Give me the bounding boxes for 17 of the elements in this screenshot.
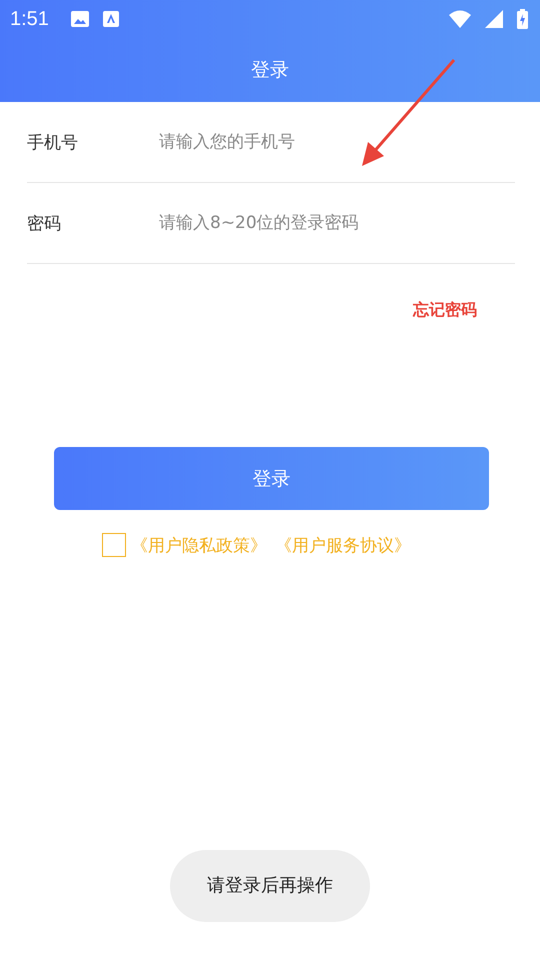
page-title: 登录	[251, 58, 289, 83]
wifi-icon	[449, 10, 471, 28]
image-icon	[70, 11, 89, 27]
notification-icon	[102, 11, 119, 27]
input-field[interactable]: 请输入8~20位的登录密码	[159, 208, 515, 238]
field-label: 密码	[27, 212, 62, 234]
agreement-link[interactable]: 《用户服务协议》	[275, 534, 411, 556]
forgot-password-link[interactable]: 忘记密码	[413, 300, 477, 321]
agreement-link[interactable]: 《用户隐私政策》	[131, 534, 267, 556]
status-time: 1:51	[10, 8, 49, 30]
input-field[interactable]: 请输入您的手机号	[159, 127, 515, 157]
signal-icon	[485, 10, 503, 28]
toast-message: 请登录后再操作	[170, 850, 370, 922]
agreement-checkbox[interactable]	[102, 533, 126, 557]
field-label: 手机号	[27, 132, 79, 154]
login-button[interactable]: 登录	[54, 447, 489, 510]
battery-icon	[517, 9, 528, 29]
